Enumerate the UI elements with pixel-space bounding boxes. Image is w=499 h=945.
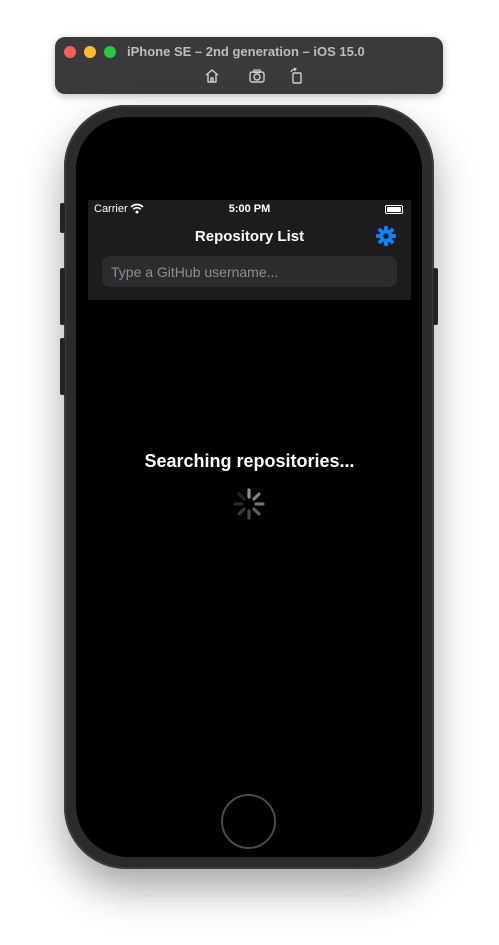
power-button	[433, 268, 438, 325]
volume-up-button	[60, 268, 65, 325]
home-icon[interactable]	[203, 67, 221, 85]
rotate-icon[interactable]	[288, 67, 306, 85]
minimize-window-button[interactable]	[84, 46, 96, 58]
zoom-window-button[interactable]	[104, 46, 116, 58]
simulator-title: iPhone SE – 2nd generation – iOS 15.0	[127, 44, 365, 59]
status-bar: Carrier 5:00 PM	[88, 200, 411, 218]
home-button[interactable]	[221, 794, 276, 849]
activity-indicator-icon	[233, 488, 265, 520]
device-screen: Carrier 5:00 PM Repository List Type a G…	[88, 200, 411, 654]
battery-icon	[385, 205, 403, 214]
page-title: Repository List	[194, 228, 305, 245]
close-window-button[interactable]	[64, 46, 76, 58]
navigation-bar: Carrier 5:00 PM Repository List	[88, 200, 411, 300]
screenshot-icon[interactable]	[248, 67, 266, 85]
simulator-window-bar: iPhone SE – 2nd generation – iOS 15.0	[55, 37, 443, 94]
gear-icon[interactable]	[375, 225, 397, 247]
loading-text: Searching repositories...	[144, 451, 355, 471]
search-input[interactable]	[102, 256, 397, 287]
silent-switch	[60, 203, 65, 233]
status-time: 5:00 PM	[228, 203, 271, 215]
volume-down-button	[60, 338, 65, 395]
